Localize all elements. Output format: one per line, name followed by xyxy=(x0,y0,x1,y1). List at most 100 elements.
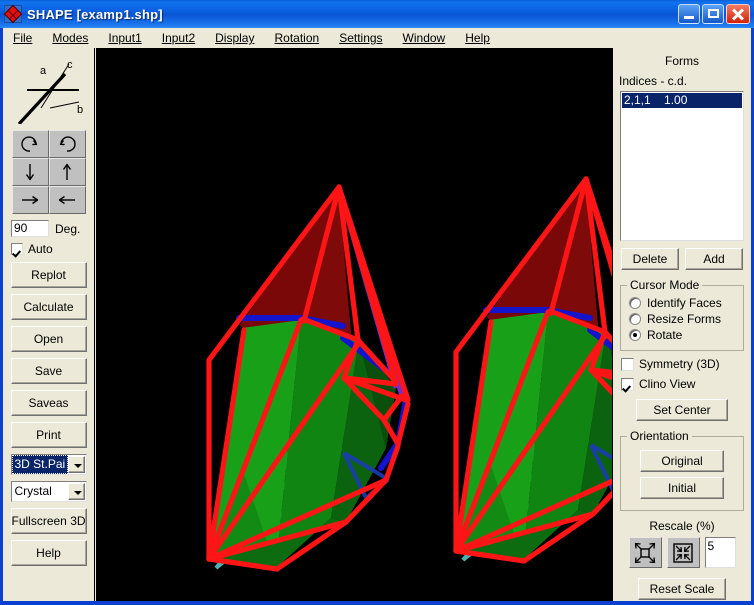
right-panel: Forms Indices - c.d. 2,1,1 1.00 Delete A… xyxy=(612,48,751,601)
open-button[interactable]: Open xyxy=(10,326,87,352)
radio-resize-forms[interactable]: Resize Forms xyxy=(629,312,737,326)
orientation-group: Orientation Original Initial xyxy=(620,429,744,511)
menu-label-help: Help xyxy=(465,31,490,45)
print-button[interactable]: Print xyxy=(10,422,87,448)
title-bar-left: SHAPE [examp1.shp] xyxy=(0,4,678,24)
list-item[interactable]: 2,1,1 1.00 xyxy=(622,93,742,108)
menu-item-display[interactable]: Display xyxy=(205,29,264,47)
window-controls xyxy=(678,4,754,24)
menu-item-window[interactable]: Window xyxy=(393,29,456,47)
object-type-combo[interactable]: Crystal xyxy=(10,481,87,502)
stereo-pair-drawing xyxy=(96,48,612,601)
clino-view-checkbox[interactable] xyxy=(621,377,634,391)
fullscreen-3d-button[interactable]: Fullscreen 3D xyxy=(10,508,87,534)
rescale-expand-button[interactable] xyxy=(628,537,662,568)
shape-app-icon xyxy=(3,4,23,24)
cursor-mode-legend: Cursor Mode xyxy=(630,278,700,292)
rotate-ccw-button[interactable] xyxy=(11,130,49,158)
rotate-left-button[interactable] xyxy=(48,186,86,214)
forms-button-row: Delete Add xyxy=(613,248,751,270)
save-button[interactable]: Save xyxy=(10,358,87,384)
replot-button[interactable]: Replot xyxy=(10,262,87,288)
rotate-up-button[interactable] xyxy=(48,158,86,186)
forms-listbox[interactable]: 2,1,1 1.00 xyxy=(620,91,744,241)
menu-item-help[interactable]: Help xyxy=(455,29,500,47)
rotation-button-grid xyxy=(11,130,86,214)
menu-item-file[interactable]: File xyxy=(3,29,42,47)
chevron-down-icon[interactable] xyxy=(67,456,85,473)
menu-label-modes: Modes xyxy=(52,31,89,45)
degrees-row: 90 Deg. xyxy=(11,220,94,237)
symmetry-3d-checkbox-row[interactable]: Symmetry (3D) xyxy=(621,357,751,371)
menu-item-input1[interactable]: Input1 xyxy=(98,29,151,47)
radio-label: Resize Forms xyxy=(647,312,722,326)
auto-checkbox[interactable] xyxy=(11,243,23,255)
client-area: a c b 90 Deg. Auto Replot Calculate Open… xyxy=(3,48,751,601)
svg-text:a: a xyxy=(40,65,47,77)
menu-label-rotation: Rotation xyxy=(274,31,320,45)
view-mode-value: 3D St.Pai xyxy=(11,455,68,474)
rescale-title: Rescale (%) xyxy=(649,519,715,533)
set-center-button[interactable]: Set Center xyxy=(636,399,728,421)
symmetry-3d-label: Symmetry (3D) xyxy=(639,357,720,371)
rotate-right-button[interactable] xyxy=(11,186,49,214)
minimize-button[interactable] xyxy=(678,4,700,24)
rescale-percent-input[interactable]: 5 xyxy=(704,537,736,568)
reset-scale-button[interactable]: Reset Scale xyxy=(638,578,726,600)
chevron-down-icon[interactable] xyxy=(67,483,85,500)
radio-label: Identify Faces xyxy=(647,296,722,310)
auto-label: Auto xyxy=(28,242,53,256)
maximize-button[interactable] xyxy=(702,4,724,24)
menu-label-file: File xyxy=(13,31,33,45)
rotate-down-button[interactable] xyxy=(11,158,49,186)
menu-item-modes[interactable]: Modes xyxy=(42,29,98,47)
menu-label-display: Display xyxy=(215,31,255,45)
calculate-button[interactable]: Calculate xyxy=(10,294,87,320)
close-button[interactable] xyxy=(726,4,750,24)
menu-bar: File Modes Input1 Input2 Display Rotatio… xyxy=(3,28,751,48)
radio-rotate[interactable]: Rotate xyxy=(629,328,737,342)
symmetry-3d-checkbox[interactable] xyxy=(621,357,634,371)
clino-view-checkbox-row[interactable]: Clino View xyxy=(621,377,751,391)
expand-arrows-icon xyxy=(634,542,656,563)
delete-form-button[interactable]: Delete xyxy=(621,248,679,270)
menu-label-settings: Settings xyxy=(339,31,383,45)
menu-label-window: Window xyxy=(402,31,446,45)
radio-button[interactable] xyxy=(629,313,641,325)
svg-text:b: b xyxy=(77,104,83,116)
forms-subtitle: Indices - c.d. xyxy=(619,74,688,88)
view-mode-combo[interactable]: 3D St.Pai xyxy=(10,454,87,475)
crystal-viewport[interactable] xyxy=(96,48,612,601)
saveas-button[interactable]: Saveas xyxy=(10,390,87,416)
window-title: SHAPE [examp1.shp] xyxy=(27,6,163,22)
radio-button[interactable] xyxy=(629,329,641,341)
orientation-original-button[interactable]: Original xyxy=(640,450,724,472)
rotate-cw-button[interactable] xyxy=(48,130,86,158)
degrees-label: Deg. xyxy=(55,221,81,236)
auto-checkbox-row[interactable]: Auto xyxy=(11,242,94,256)
application-window: SHAPE [examp1.shp] File Modes Input1 Inp… xyxy=(0,0,754,605)
menu-item-input2[interactable]: Input2 xyxy=(152,29,205,47)
left-toolbar: a c b 90 Deg. Auto Replot Calculate Open… xyxy=(3,48,95,601)
menu-item-settings[interactable]: Settings xyxy=(329,29,392,47)
orientation-initial-button[interactable]: Initial xyxy=(640,477,724,499)
menu-label-input1: Input1 xyxy=(108,31,142,45)
radio-button[interactable] xyxy=(629,297,641,309)
svg-text:c: c xyxy=(67,59,73,71)
menu-item-rotation[interactable]: Rotation xyxy=(264,29,329,47)
rescale-shrink-button[interactable] xyxy=(666,537,700,568)
object-type-value: Crystal xyxy=(14,484,52,498)
clino-view-label: Clino View xyxy=(639,377,696,391)
rescale-row: 5 xyxy=(613,537,751,568)
shrink-arrows-icon xyxy=(673,542,693,563)
crystal-axes-indicator: a c b xyxy=(7,52,91,124)
menu-label-input2: Input2 xyxy=(161,31,196,45)
degrees-input[interactable]: 90 xyxy=(11,220,49,237)
radio-label: Rotate xyxy=(647,328,683,342)
add-form-button[interactable]: Add xyxy=(685,248,743,270)
forms-title: Forms xyxy=(665,54,699,68)
orientation-legend: Orientation xyxy=(630,429,689,443)
title-bar: SHAPE [examp1.shp] xyxy=(0,0,754,28)
radio-identify-faces[interactable]: Identify Faces xyxy=(629,296,737,310)
help-button[interactable]: Help xyxy=(10,540,87,566)
